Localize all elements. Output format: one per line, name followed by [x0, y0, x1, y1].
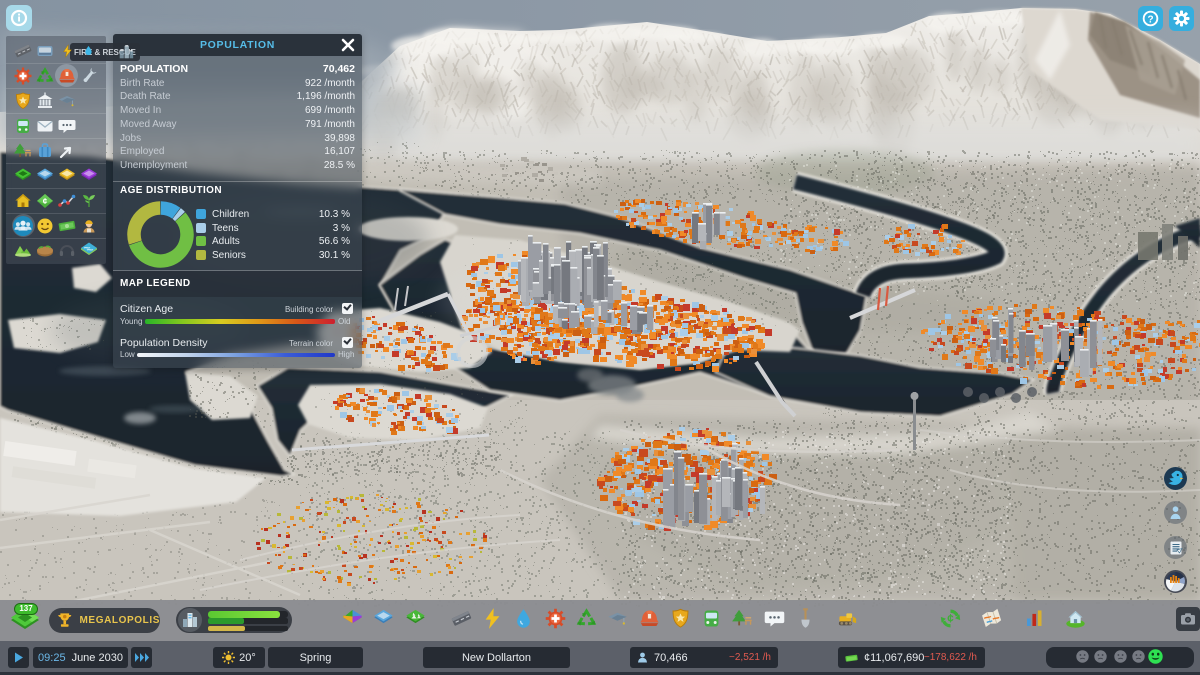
svg-text:¢: ¢	[43, 197, 48, 206]
svg-text:¢: ¢	[947, 614, 954, 626]
svg-text:?: ?	[1147, 14, 1153, 25]
